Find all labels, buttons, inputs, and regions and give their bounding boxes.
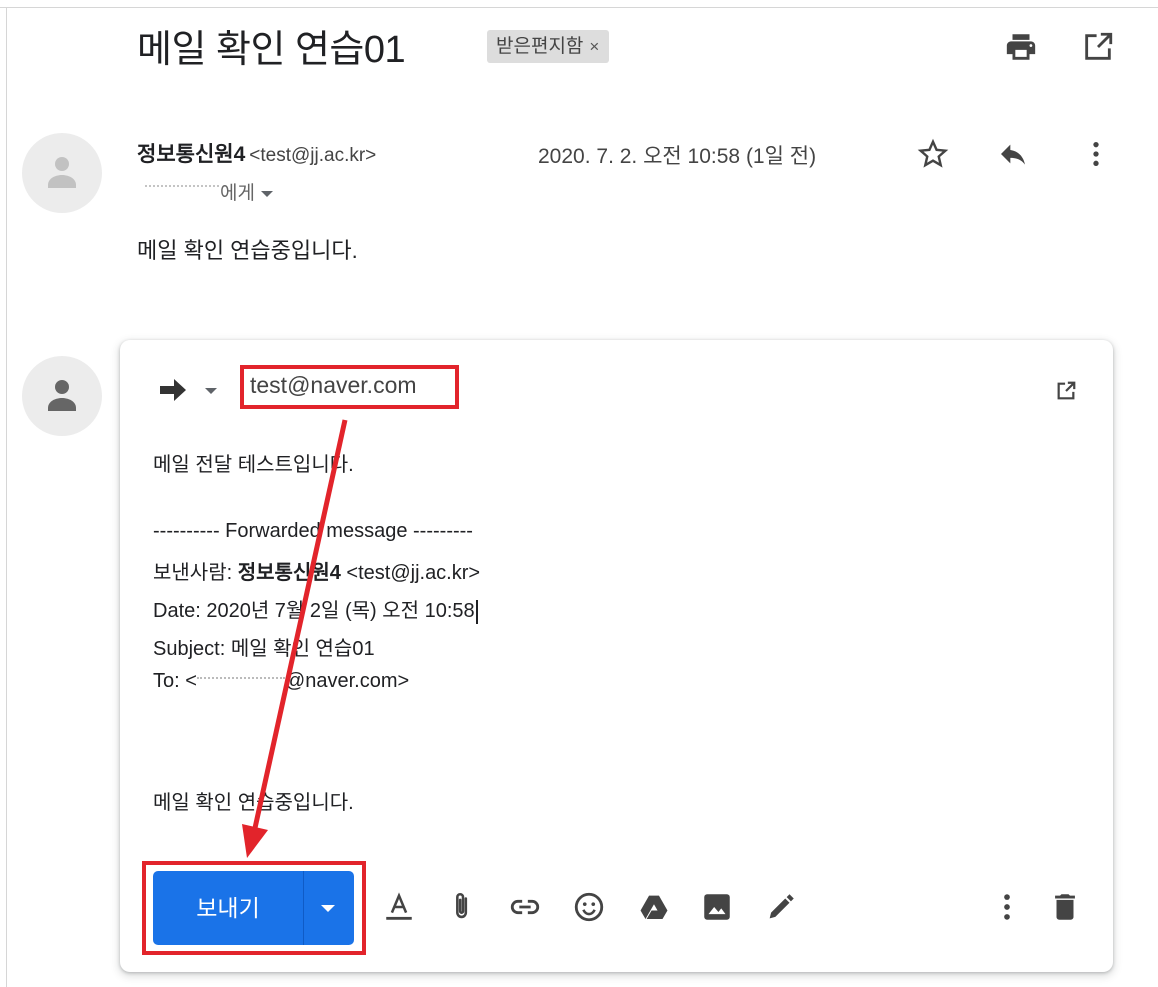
attach-icon[interactable]: [446, 890, 480, 924]
compose-intro: 메일 전달 테스트입니다.: [153, 454, 354, 476]
recipient-highlight-box: [240, 365, 459, 409]
frame-top-border: [0, 7, 1158, 8]
email-subject: 메일 확인 연습01: [137, 29, 406, 71]
from-name: 정보통신원4: [237, 562, 341, 584]
redacted-recipient: [145, 184, 219, 189]
response-type-dropdown-icon[interactable]: [205, 388, 217, 394]
my-avatar: [22, 356, 102, 436]
from-email: <test@jj.ac.kr>: [340, 562, 481, 584]
inbox-label-chip[interactable]: 받은편지함 ×: [487, 30, 610, 63]
to-domain: @naver.com>: [284, 670, 410, 692]
message-body: 메일 확인 연습중입니다.: [137, 238, 358, 263]
signature-icon[interactable]: [764, 890, 798, 924]
text-cursor: [475, 599, 478, 624]
to-suffix: 에게: [220, 183, 255, 204]
label-chip-text: 받은편지함: [496, 36, 584, 57]
link-icon[interactable]: [508, 890, 542, 924]
forwarded-to: To: < @naver.com>: [153, 670, 409, 693]
quoted-body: 메일 확인 연습중입니다.: [153, 792, 354, 814]
forwarded-subject: Subject: 메일 확인 연습01: [153, 638, 375, 660]
label-remove-icon[interactable]: ×: [589, 37, 599, 56]
forwarded-date-text: Date: 2020년 7월 2일 (목) 오전 10:58: [153, 600, 475, 622]
chevron-down-icon[interactable]: [260, 190, 273, 197]
from-label: 보낸사람:: [153, 562, 238, 584]
sender-email: <test@jj.ac.kr>: [249, 145, 377, 166]
drive-icon[interactable]: [637, 890, 671, 924]
more-options-icon[interactable]: [990, 890, 1024, 924]
message-date: 2020. 7. 2. 오전 10:58 (1일 전): [538, 145, 817, 168]
more-vert-icon[interactable]: [1080, 138, 1112, 170]
delete-icon[interactable]: [1048, 890, 1082, 924]
format-text-icon[interactable]: [382, 890, 416, 924]
send-highlight-box: [142, 861, 366, 955]
forwarded-from: 보낸사람: 정보통신원4 <test@jj.ac.kr>: [153, 556, 480, 585]
star-icon[interactable]: [917, 138, 949, 170]
person-icon: [48, 380, 76, 411]
reply-icon[interactable]: [997, 138, 1029, 170]
frame-left-border: [6, 7, 7, 987]
sender-line: 정보통신원4 <test@jj.ac.kr>: [137, 138, 376, 168]
print-icon[interactable]: [1004, 30, 1038, 64]
open-in-new-window-icon[interactable]: [1081, 30, 1115, 64]
forwarded-date: Date: 2020년 7월 2일 (목) 오전 10:58: [153, 594, 478, 624]
sender-avatar: [22, 133, 102, 213]
photo-icon[interactable]: [700, 890, 734, 924]
emoji-icon[interactable]: [572, 890, 606, 924]
sender-name[interactable]: 정보통신원4: [137, 143, 245, 166]
to-prefix: To: <: [153, 670, 197, 692]
forwarded-header: ---------- Forwarded message ---------: [153, 520, 473, 542]
forward-arrow-icon[interactable]: [157, 376, 189, 404]
person-icon: [48, 157, 76, 188]
recipient-details-toggle[interactable]: 에게: [137, 178, 273, 205]
redacted-address: [196, 676, 285, 679]
popout-icon[interactable]: [1055, 380, 1077, 402]
